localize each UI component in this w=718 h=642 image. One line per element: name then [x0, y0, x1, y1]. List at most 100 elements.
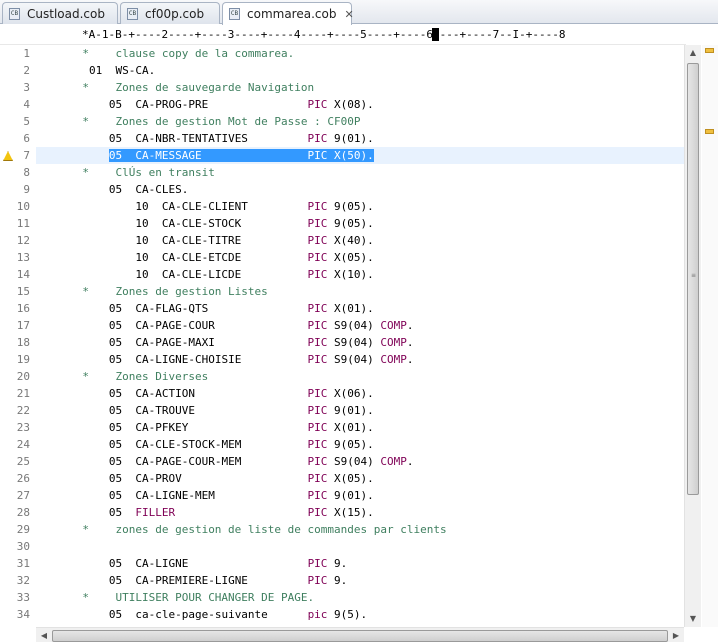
code-line[interactable]: 05 CA-NBR-TENTATIVES PIC 9(01). [36, 130, 684, 147]
code-line[interactable]: 05 CA-PROG-PRE PIC X(08). [36, 96, 684, 113]
keyword: PIC [307, 404, 328, 417]
tab-label: cf00p.cob [145, 6, 205, 21]
code-line[interactable]: * Zones de sauvegarde Navigation [36, 79, 684, 96]
code-line[interactable]: 05 CA-PFKEY PIC X(01). [36, 419, 684, 436]
keyword: PIC [307, 353, 328, 366]
code-line[interactable] [36, 538, 684, 555]
code-line[interactable]: 05 CA-TROUVE PIC 9(01). [36, 402, 684, 419]
padding [215, 336, 308, 349]
code-line[interactable]: 01 WS-CA. [36, 62, 684, 79]
close-icon[interactable]: ✕ [344, 8, 353, 21]
cobol-file-icon: CB [127, 7, 138, 20]
code-line[interactable]: * Zones de gestion Listes [36, 283, 684, 300]
vertical-scroll-thumb[interactable]: ≡ [687, 63, 699, 495]
line-number: 13 [16, 251, 30, 264]
selected-text[interactable]: 05 CA-MESSAGE PIC X(50). [108, 149, 374, 162]
code-line[interactable]: 10 CA-CLE-STOCK PIC 9(05). [36, 215, 684, 232]
code-line[interactable]: 10 CA-CLE-TITRE PIC X(40). [36, 232, 684, 249]
code-line[interactable]: 05 CA-CLES. [36, 181, 684, 198]
line-number: 27 [16, 489, 30, 502]
code-text: 05 [108, 506, 136, 519]
keyword: PIC [307, 506, 328, 519]
code-text: 05 CA-TROUVE [108, 404, 195, 417]
cobol-file-icon: CB [229, 8, 240, 20]
picture-clause: . [406, 319, 414, 332]
padding [241, 217, 307, 230]
code-text: 05 CA-LIGNE [108, 557, 189, 570]
code-line[interactable]: * Zones Diverses [36, 368, 684, 385]
code-line[interactable]: 05 ca-cle-page-suivante pic 9(5). [36, 606, 684, 623]
line-number-gutter[interactable]: 1 2 3 4 5 6 7 8 9 10 11 12 13 14 15 16 17 18 19 20 21 22 23 24 2… [0, 45, 36, 627]
picture-clause: 9(01). [327, 132, 374, 145]
overview-warning-marker[interactable] [705, 48, 714, 53]
code-line[interactable]: 05 FILLER PIC X(15). [36, 504, 684, 521]
line-number: 30 [16, 540, 30, 553]
scroll-left-arrow-icon[interactable]: ◀ [36, 628, 52, 642]
picture-clause: S9(04) [327, 319, 381, 332]
code-area[interactable]: * clause copy de la commarea. 01 WS-CA. … [36, 45, 684, 627]
horizontal-scrollbar[interactable]: ◀ ▶ [36, 627, 684, 642]
tab-custload[interactable]: CB Custload.cob [2, 2, 118, 24]
code-line[interactable]: 05 CA-PAGE-COUR PIC S9(04) COMP. [36, 317, 684, 334]
padding [268, 608, 308, 621]
code-line[interactable]: 05 CA-LIGNE PIC 9. [36, 555, 684, 572]
code-line[interactable]: 05 CA-PAGE-MAXI PIC S9(04) COMP. [36, 334, 684, 351]
tab-cf00p[interactable]: CB cf00p.cob [120, 2, 220, 24]
overview-warning-marker[interactable] [705, 129, 714, 134]
code-line[interactable]: 05 CA-ACTION PIC X(06). [36, 385, 684, 402]
grip-icon: ≡ [691, 272, 697, 279]
code-line[interactable]: 05 CA-PAGE-COUR-MEM PIC S9(04) COMP. [36, 453, 684, 470]
code-line[interactable]: 10 CA-CLE-LICDE PIC X(10). [36, 266, 684, 283]
scroll-down-arrow-icon[interactable]: ▼ [685, 611, 701, 627]
ruler-cursor-marker [432, 28, 439, 41]
picture-clause: . [406, 336, 414, 349]
padding [208, 98, 307, 111]
code-line[interactable]: 05 CA-LIGNE-MEM PIC 9(01). [36, 487, 684, 504]
keyword: PIC [307, 438, 328, 451]
code-line[interactable]: 05 CA-CLE-STOCK-MEM PIC 9(05). [36, 436, 684, 453]
padding [241, 353, 307, 366]
scroll-up-arrow-icon[interactable]: ▲ [685, 45, 701, 61]
comment-text: * Zones de gestion Listes [82, 285, 268, 298]
overview-ruler[interactable] [702, 45, 718, 627]
picture-clause: X(10). [327, 268, 374, 281]
code-text: 05 ca-cle-page-suivante [108, 608, 268, 621]
code-line[interactable]: * Zones de gestion Mot de Passe : CF00P [36, 113, 684, 130]
scroll-right-arrow-icon[interactable]: ▶ [668, 628, 684, 642]
padding [241, 234, 307, 247]
code-line[interactable]: 10 CA-CLE-CLIENT PIC 9(05). [36, 198, 684, 215]
code-line[interactable]: 05 CA-FLAG-QTS PIC X(01). [36, 300, 684, 317]
keyword: PIC [307, 98, 328, 111]
keyword: PIC [307, 132, 328, 145]
code-line[interactable]: 10 CA-CLE-ETCDE PIC X(05). [36, 249, 684, 266]
code-line[interactable]: * UTILISER POUR CHANGER DE PAGE. [36, 589, 684, 606]
keyword: PIC [307, 336, 328, 349]
vertical-scrollbar[interactable]: ▲ ≡ ▼ [684, 45, 701, 627]
padding [195, 387, 308, 400]
code-line[interactable]: 05 CA-MESSAGE PIC X(50). [36, 147, 684, 164]
line-number: 23 [16, 421, 30, 434]
code-line[interactable]: * zones de gestion de liste de commandes… [36, 521, 684, 538]
tab-commarea[interactable]: CB commarea.cob ✕ [222, 2, 354, 25]
picture-clause: 9. [327, 574, 348, 587]
line-number: 12 [16, 234, 30, 247]
picture-clause: X(05). [327, 472, 374, 485]
cobol-editor[interactable]: *A-1-B-+----2----+----3----+----4----+--… [0, 25, 718, 642]
code-line[interactable]: 05 CA-PREMIERE-LIGNE PIC 9. [36, 572, 684, 589]
code-text: 05 CA-NBR-TENTATIVES [108, 132, 248, 145]
line-number: 4 [23, 98, 30, 111]
horizontal-scroll-thumb[interactable] [52, 630, 668, 642]
code-line[interactable]: * ClÚs en transit [36, 164, 684, 181]
line-number: 28 [16, 506, 30, 519]
code-line[interactable]: 05 CA-PROV PIC X(05). [36, 470, 684, 487]
code-line[interactable]: * clause copy de la commarea. [36, 45, 684, 62]
code-line[interactable]: 05 CA-LIGNE-CHOISIE PIC S9(04) COMP. [36, 351, 684, 368]
padding [175, 506, 307, 519]
